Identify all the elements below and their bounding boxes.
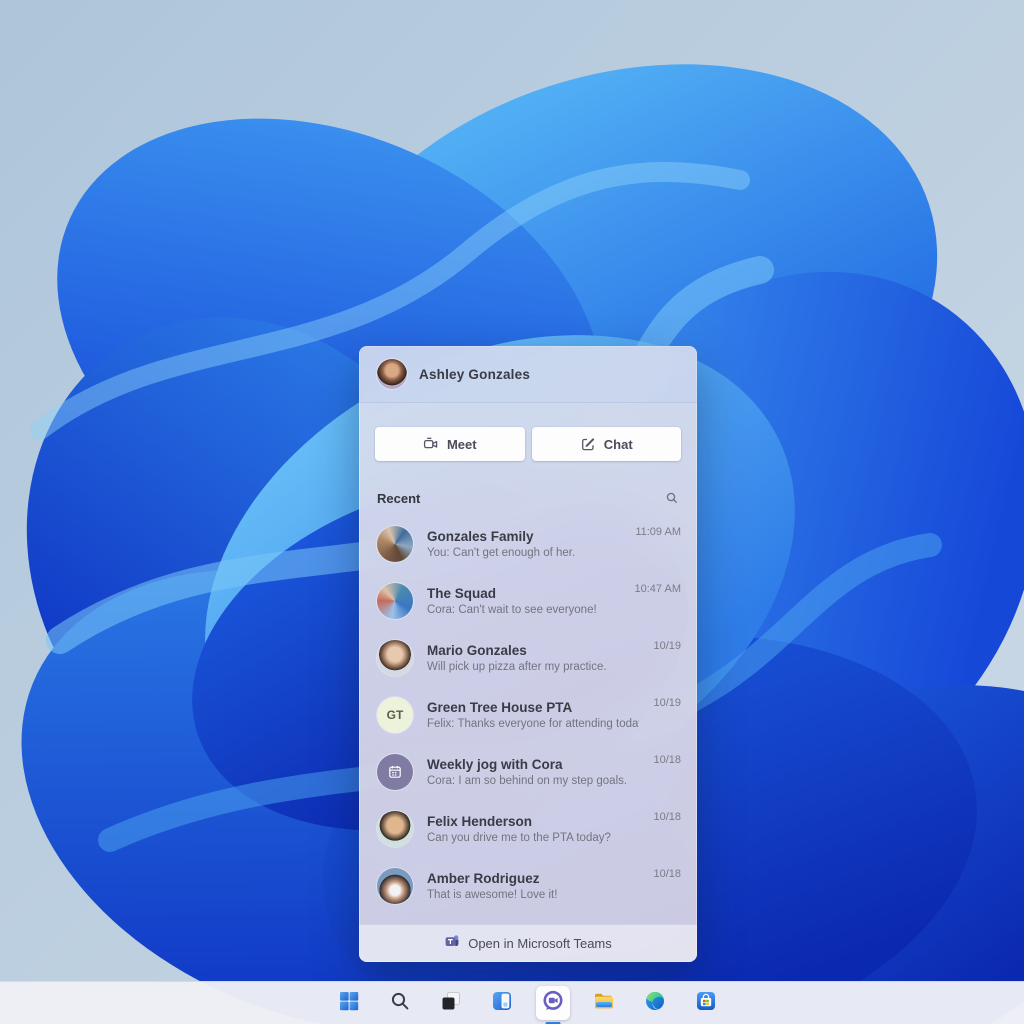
open-in-teams-label: Open in Microsoft Teams — [468, 936, 612, 951]
video-camera-plus-icon — [423, 436, 439, 452]
chat-timestamp: 10/19 — [653, 697, 681, 709]
teams-chat-bubble-icon — [540, 988, 566, 1019]
chat-title: Gonzales Family — [427, 529, 621, 544]
task-view-button[interactable] — [434, 986, 468, 1020]
recent-row: Recent — [359, 461, 697, 515]
chat-list-item[interactable]: Mario Gonzales Will pick up pizza after … — [359, 629, 697, 686]
file-explorer-icon — [592, 989, 616, 1018]
user-name: Ashley Gonzales — [419, 367, 530, 382]
compose-icon — [580, 436, 596, 452]
chat-title: Felix Henderson — [427, 814, 639, 829]
action-row: Meet Chat — [359, 403, 697, 461]
chat-timestamp: 10:47 AM — [635, 583, 681, 595]
desktop: Ashley Gonzales Meet — [0, 0, 1024, 1024]
chat-preview: Cora: Can't wait to see everyone! — [427, 604, 621, 616]
chat-title: The Squad — [427, 586, 621, 601]
avatar-initials-text: GT — [387, 708, 404, 722]
chat-preview: Felix: Thanks everyone for attending tod… — [427, 718, 639, 730]
meet-button[interactable]: Meet — [375, 427, 525, 461]
chat-list-item[interactable]: GT Green Tree House PTA Felix: Thanks ev… — [359, 686, 697, 743]
chat-preview: Cora: I am so behind on my step goals. — [427, 775, 639, 787]
flyout-header: Ashley Gonzales — [359, 346, 697, 403]
teams-chat-flyout: Ashley Gonzales Meet — [359, 346, 697, 962]
avatar-the-squad — [377, 583, 413, 619]
teams-icon — [444, 933, 460, 954]
taskbar — [0, 981, 1024, 1024]
meet-button-label: Meet — [447, 437, 477, 452]
user-avatar[interactable] — [377, 359, 407, 389]
chat-list-item[interactable]: Amber Rodriguez That is awesome! Love it… — [359, 857, 697, 914]
chat-timestamp: 10/18 — [653, 754, 681, 766]
chat-timestamp: 11:09 AM — [635, 526, 681, 538]
search-taskbar-icon — [388, 989, 412, 1018]
edge-browser-icon — [643, 989, 667, 1018]
microsoft-store-button[interactable] — [689, 986, 723, 1020]
open-in-teams-link[interactable]: Open in Microsoft Teams — [359, 924, 697, 962]
chat-preview: That is awesome! Love it! — [427, 889, 639, 901]
chat-title: Weekly jog with Cora — [427, 757, 639, 772]
windows-start-icon — [337, 989, 361, 1018]
microsoft-store-icon — [694, 989, 718, 1018]
chat-button[interactable]: Chat — [532, 427, 682, 461]
start-button[interactable] — [332, 986, 366, 1020]
widgets-button[interactable] — [485, 986, 519, 1020]
search-button[interactable] — [383, 986, 417, 1020]
avatar-felix-henderson — [377, 811, 413, 847]
avatar-gonzales-family — [377, 526, 413, 562]
chat-timestamp: 10/18 — [653, 868, 681, 880]
avatar-initials: GT — [377, 697, 413, 733]
chat-timestamp: 10/18 — [653, 811, 681, 823]
widgets-icon — [490, 989, 514, 1018]
edge-button[interactable] — [638, 986, 672, 1020]
chat-title: Amber Rodriguez — [427, 871, 639, 886]
chat-title: Green Tree House PTA — [427, 700, 639, 715]
chat-timestamp: 10/19 — [653, 640, 681, 652]
chat-button-label: Chat — [604, 437, 633, 452]
chat-list-item[interactable]: Weekly jog with Cora Cora: I am so behin… — [359, 743, 697, 800]
search-icon[interactable] — [663, 489, 681, 507]
chat-list-item[interactable]: Gonzales Family You: Can't get enough of… — [359, 515, 697, 572]
chat-list-item[interactable]: The Squad Cora: Can't wait to see everyo… — [359, 572, 697, 629]
chat-preview: Will pick up pizza after my practice. — [427, 661, 639, 673]
avatar-mario-gonzales — [377, 640, 413, 676]
taskbar-icon-row — [332, 986, 723, 1020]
chat-preview: Can you drive me to the PTA today? — [427, 832, 639, 844]
recent-label: Recent — [377, 491, 420, 506]
calendar-avatar-icon — [377, 754, 413, 790]
chat-preview: You: Can't get enough of her. — [427, 547, 621, 559]
chat-title: Mario Gonzales — [427, 643, 639, 658]
file-explorer-button[interactable] — [587, 986, 621, 1020]
avatar-amber-rodriguez — [377, 868, 413, 904]
recent-conversations-list: Gonzales Family You: Can't get enough of… — [359, 515, 697, 924]
chat-list-item[interactable]: Felix Henderson Can you drive me to the … — [359, 800, 697, 857]
chat-teams-button[interactable] — [536, 986, 570, 1020]
task-view-icon — [439, 989, 463, 1018]
